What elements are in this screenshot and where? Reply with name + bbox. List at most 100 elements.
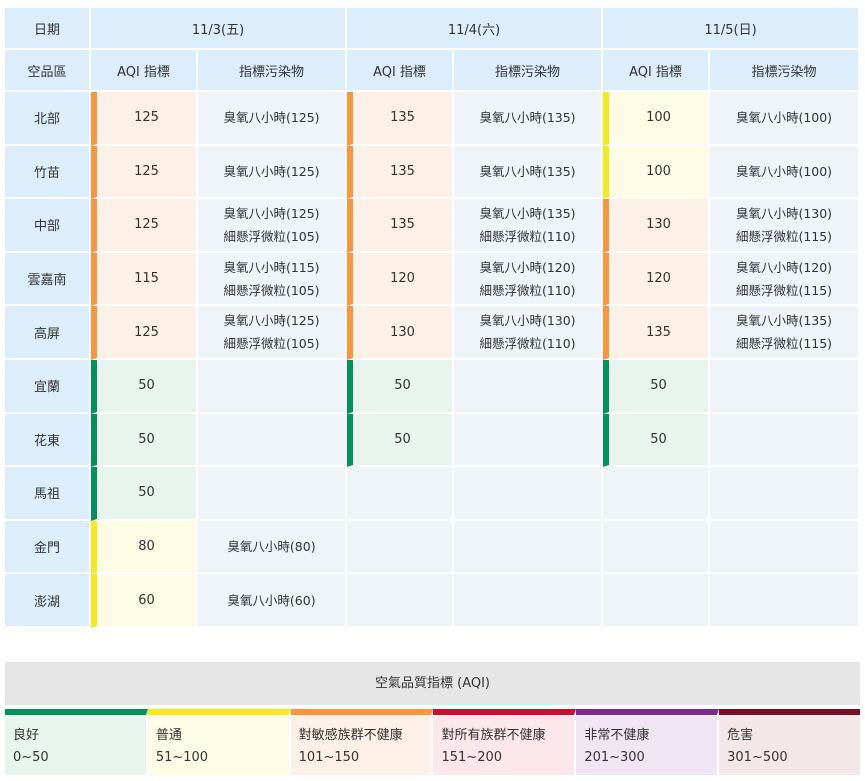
legend-item: 良好 0~50: [5, 709, 148, 775]
table-row: 花東 50 50 50: [5, 413, 860, 468]
aqi-value-cell: 130: [603, 199, 710, 253]
aqi-value-cell: 50: [91, 467, 198, 521]
region-header: 空品區: [5, 50, 91, 92]
empty-cell: [454, 520, 603, 575]
pollutant-cell: [198, 359, 347, 414]
pollutant-cell: 臭氧八小時(125): [198, 145, 347, 200]
region-cell: 金門: [5, 520, 91, 575]
pollutant-cell: [198, 413, 347, 468]
pollutant-cell: 臭氧八小時(135) 細懸浮微粒(110): [454, 199, 603, 253]
pollutant-text: 臭氧八小時(125): [223, 110, 320, 126]
pollutant-text: 臭氧八小時(125): [223, 205, 320, 221]
empty-cell: [710, 574, 860, 628]
legend-level-name: 良好: [13, 728, 40, 743]
aqi-value-cell: 60: [91, 574, 198, 628]
table-row: 中部 125 臭氧八小時(125) 細懸浮微粒(105) 135 臭氧八小時(135) 細懸…: [5, 199, 860, 253]
legend-level-name: 對所有族群不健康: [441, 728, 546, 743]
pollutant-text: 臭氧八小時(115): [223, 259, 320, 275]
region-cell: 花東: [5, 413, 91, 468]
pollutant-text: 臭氧八小時(135): [479, 110, 576, 126]
pollutant-text: 臭氧八小時(100): [735, 163, 833, 179]
empty-cell: [603, 467, 710, 521]
pollutant-cell: 臭氧八小時(130) 細懸浮微粒(110): [454, 306, 603, 360]
pollutant-text: 臭氧八小時(120): [479, 259, 576, 275]
pollutant-cell: [198, 467, 347, 521]
aqi-value-cell: 125: [91, 199, 198, 253]
pollutant-text: 臭氧八小時(120): [735, 259, 833, 275]
pollutant-header: 指標污染物: [198, 50, 347, 92]
aqi-value-cell: 50: [603, 413, 710, 468]
table-row: 澎湖 60 臭氧八小時(60): [5, 574, 860, 628]
aqi-forecast-table: 日期 11/3(五) 11/4(六) 11/5(日) 空品區 AQI 指標 指標…: [5, 8, 860, 628]
legend-level-range: 151~200: [441, 750, 503, 765]
aqi-value-cell: 125: [91, 145, 198, 200]
pollutant-text: 細懸浮微粒(115): [735, 282, 833, 298]
empty-cell: [603, 574, 710, 628]
aqi-value-cell: 130: [347, 306, 454, 360]
aqi-value-cell: 50: [91, 413, 198, 468]
aqi-value-cell: 100: [603, 145, 710, 200]
region-cell: 中部: [5, 199, 91, 253]
aqi-value-cell: 135: [347, 92, 454, 146]
pollutant-cell: 臭氧八小時(100): [710, 92, 860, 146]
legend-item: 對敏感族群不健康 101~150: [290, 709, 434, 775]
region-cell: 雲嘉南: [5, 252, 91, 307]
pollutant-text: 臭氧八小時(130): [479, 313, 576, 329]
day-header: 11/5(日): [603, 8, 860, 50]
pollutant-cell: [710, 359, 860, 414]
legend-level-range: 51~100: [155, 750, 209, 765]
aqi-value-cell: 115: [91, 252, 198, 307]
aqi-value-cell: 135: [347, 199, 454, 253]
pollutant-cell: [454, 359, 603, 414]
pollutant-cell: 臭氧八小時(135): [454, 145, 603, 200]
empty-cell: [710, 520, 860, 575]
pollutant-cell: 臭氧八小時(80): [198, 520, 347, 575]
empty-cell: [454, 574, 603, 628]
aqi-value-cell: 50: [91, 359, 198, 414]
day-header: 11/4(六): [347, 8, 603, 50]
pollutant-text: 臭氧八小時(60): [227, 592, 316, 608]
region-cell: 高屏: [5, 306, 91, 360]
table-row: 宜蘭 50 50 50: [5, 359, 860, 414]
pollutant-text: 臭氧八小時(130): [735, 205, 833, 221]
aqi-legend: 空氣品質指標 (AQI) 良好 0~50 普通 51~100 對敏感族群不健康 101~1…: [5, 662, 860, 775]
pollutant-text: 臭氧八小時(125): [223, 163, 320, 179]
empty-cell: [347, 574, 454, 628]
aqi-table-body: 北部 125 臭氧八小時(125) 135 臭氧八小時(135) 100 臭氧八小時(100…: [5, 92, 860, 628]
region-cell: 宜蘭: [5, 359, 91, 414]
legend-level-range: 201~300: [584, 750, 645, 765]
aqi-value-cell: 135: [347, 145, 454, 200]
pollutant-text: 臭氧八小時(80): [227, 539, 316, 555]
legend-level-range: 101~150: [298, 750, 360, 765]
pollutant-cell: 臭氧八小時(100): [710, 145, 860, 200]
pollutant-cell: 臭氧八小時(120) 細懸浮微粒(115): [710, 252, 860, 307]
empty-cell: [454, 467, 603, 521]
pollutant-cell: 臭氧八小時(115) 細懸浮微粒(105): [198, 252, 347, 307]
pollutant-cell: 臭氧八小時(125): [198, 92, 347, 146]
aqi-value-cell: 100: [603, 92, 710, 146]
pollutant-cell: 臭氧八小時(135) 細懸浮微粒(115): [710, 306, 860, 360]
pollutant-text: 臭氧八小時(125): [223, 313, 320, 329]
pollutant-text: 臭氧八小時(135): [479, 205, 576, 221]
legend-item: 非常不健康 201~300: [576, 709, 720, 775]
aqi-header: AQI 指標: [347, 50, 454, 92]
pollutant-cell: 臭氧八小時(125) 細懸浮微粒(105): [198, 199, 347, 253]
legend-title: 空氣品質指標 (AQI): [5, 662, 860, 709]
aqi-value-cell: 135: [603, 306, 710, 360]
region-cell: 馬祖: [5, 467, 91, 521]
pollutant-cell: [454, 413, 603, 468]
pollutant-header: 指標污染物: [454, 50, 603, 92]
aqi-value-cell: 120: [347, 252, 454, 307]
aqi-header: AQI 指標: [603, 50, 710, 92]
pollutant-cell: 臭氧八小時(60): [198, 574, 347, 628]
aqi-header: AQI 指標: [91, 50, 198, 92]
legend-item: 普通 51~100: [147, 709, 291, 775]
region-cell: 澎湖: [5, 574, 91, 628]
empty-cell: [710, 467, 860, 521]
legend-level-name: 危害: [727, 728, 754, 743]
pollutant-text: 臭氧八小時(135): [479, 163, 576, 179]
pollutant-cell: 臭氧八小時(130) 細懸浮微粒(115): [710, 199, 860, 253]
pollutant-text: 臭氧八小時(135): [735, 313, 833, 329]
pollutant-header: 指標污染物: [710, 50, 860, 92]
pollutant-text: 細懸浮微粒(115): [735, 228, 833, 244]
